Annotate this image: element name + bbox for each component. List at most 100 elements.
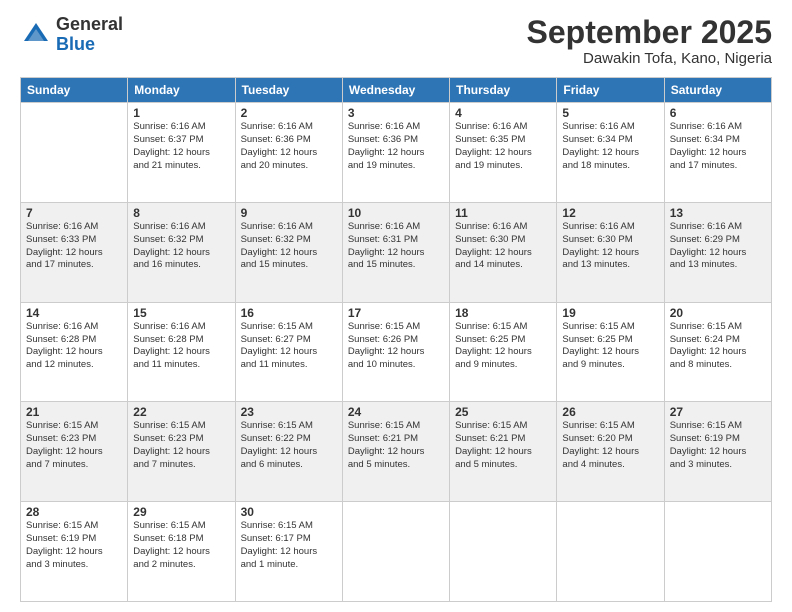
day-number: 8	[133, 206, 229, 220]
calendar-cell: 7Sunrise: 6:16 AM Sunset: 6:33 PM Daylig…	[21, 202, 128, 302]
calendar-cell: 3Sunrise: 6:16 AM Sunset: 6:36 PM Daylig…	[342, 103, 449, 203]
day-number: 15	[133, 306, 229, 320]
calendar-cell: 12Sunrise: 6:16 AM Sunset: 6:30 PM Dayli…	[557, 202, 664, 302]
calendar-cell: 28Sunrise: 6:15 AM Sunset: 6:19 PM Dayli…	[21, 502, 128, 602]
calendar-week-row: 7Sunrise: 6:16 AM Sunset: 6:33 PM Daylig…	[21, 202, 772, 302]
calendar-cell	[557, 502, 664, 602]
day-info: Sunrise: 6:16 AM Sunset: 6:35 PM Dayligh…	[455, 121, 551, 172]
day-number: 24	[348, 405, 444, 419]
calendar-cell: 2Sunrise: 6:16 AM Sunset: 6:36 PM Daylig…	[235, 103, 342, 203]
day-info: Sunrise: 6:16 AM Sunset: 6:29 PM Dayligh…	[670, 221, 766, 272]
day-info: Sunrise: 6:15 AM Sunset: 6:27 PM Dayligh…	[241, 321, 337, 372]
calendar-header-row: SundayMondayTuesdayWednesdayThursdayFrid…	[21, 78, 772, 103]
calendar-cell: 27Sunrise: 6:15 AM Sunset: 6:19 PM Dayli…	[664, 402, 771, 502]
logo-icon	[20, 19, 52, 51]
calendar-cell: 18Sunrise: 6:15 AM Sunset: 6:25 PM Dayli…	[450, 302, 557, 402]
day-number: 26	[562, 405, 658, 419]
location-subtitle: Dawakin Tofa, Kano, Nigeria	[527, 50, 772, 67]
calendar-cell: 21Sunrise: 6:15 AM Sunset: 6:23 PM Dayli…	[21, 402, 128, 502]
calendar-cell: 6Sunrise: 6:16 AM Sunset: 6:34 PM Daylig…	[664, 103, 771, 203]
day-info: Sunrise: 6:16 AM Sunset: 6:34 PM Dayligh…	[562, 121, 658, 172]
calendar-cell: 5Sunrise: 6:16 AM Sunset: 6:34 PM Daylig…	[557, 103, 664, 203]
day-number: 5	[562, 106, 658, 120]
logo: General Blue	[20, 15, 123, 55]
calendar-cell	[664, 502, 771, 602]
month-title: September 2025	[527, 15, 772, 50]
calendar-cell: 30Sunrise: 6:15 AM Sunset: 6:17 PM Dayli…	[235, 502, 342, 602]
calendar-day-header: Wednesday	[342, 78, 449, 103]
day-info: Sunrise: 6:15 AM Sunset: 6:21 PM Dayligh…	[348, 420, 444, 471]
day-number: 12	[562, 206, 658, 220]
calendar-day-header: Tuesday	[235, 78, 342, 103]
calendar-day-header: Sunday	[21, 78, 128, 103]
calendar-cell: 1Sunrise: 6:16 AM Sunset: 6:37 PM Daylig…	[128, 103, 235, 203]
day-number: 7	[26, 206, 122, 220]
day-number: 10	[348, 206, 444, 220]
day-info: Sunrise: 6:15 AM Sunset: 6:23 PM Dayligh…	[133, 420, 229, 471]
day-number: 23	[241, 405, 337, 419]
day-number: 19	[562, 306, 658, 320]
calendar-cell: 19Sunrise: 6:15 AM Sunset: 6:25 PM Dayli…	[557, 302, 664, 402]
calendar-cell	[450, 502, 557, 602]
calendar-cell	[342, 502, 449, 602]
logo-blue-text: Blue	[56, 35, 123, 55]
day-info: Sunrise: 6:16 AM Sunset: 6:32 PM Dayligh…	[133, 221, 229, 272]
calendar-cell: 13Sunrise: 6:16 AM Sunset: 6:29 PM Dayli…	[664, 202, 771, 302]
day-number: 18	[455, 306, 551, 320]
calendar-cell	[21, 103, 128, 203]
day-info: Sunrise: 6:16 AM Sunset: 6:34 PM Dayligh…	[670, 121, 766, 172]
calendar-cell: 23Sunrise: 6:15 AM Sunset: 6:22 PM Dayli…	[235, 402, 342, 502]
day-number: 3	[348, 106, 444, 120]
day-info: Sunrise: 6:15 AM Sunset: 6:26 PM Dayligh…	[348, 321, 444, 372]
calendar-cell: 9Sunrise: 6:16 AM Sunset: 6:32 PM Daylig…	[235, 202, 342, 302]
day-info: Sunrise: 6:16 AM Sunset: 6:37 PM Dayligh…	[133, 121, 229, 172]
day-info: Sunrise: 6:15 AM Sunset: 6:20 PM Dayligh…	[562, 420, 658, 471]
day-info: Sunrise: 6:16 AM Sunset: 6:36 PM Dayligh…	[241, 121, 337, 172]
day-info: Sunrise: 6:16 AM Sunset: 6:36 PM Dayligh…	[348, 121, 444, 172]
day-info: Sunrise: 6:16 AM Sunset: 6:33 PM Dayligh…	[26, 221, 122, 272]
day-info: Sunrise: 6:16 AM Sunset: 6:31 PM Dayligh…	[348, 221, 444, 272]
calendar-cell: 10Sunrise: 6:16 AM Sunset: 6:31 PM Dayli…	[342, 202, 449, 302]
calendar-week-row: 21 Sunrise: 6:15 AM Sunset: 6:23 PM Dayli…	[21, 402, 772, 502]
calendar-cell: 4Sunrise: 6:16 AM Sunset: 6:35 PM Daylig…	[450, 103, 557, 203]
day-number: 1	[133, 106, 229, 120]
day-number: 20	[670, 306, 766, 320]
day-number: 28	[26, 505, 122, 519]
calendar-cell: 14Sunrise: 6:16 AM Sunset: 6:28 PM Dayli…	[21, 302, 128, 402]
day-info: Sunrise: 6:15 AM Sunset: 6:19 PM Dayligh…	[670, 420, 766, 471]
day-number: 14	[26, 306, 122, 320]
day-info: Sunrise: 6:16 AM Sunset: 6:28 PM Dayligh…	[26, 321, 122, 372]
page: General Blue September 2025 Dawakin Tofa…	[0, 0, 792, 612]
day-number: 6	[670, 106, 766, 120]
day-info: Sunrise: 6:15 AM Sunset: 6:25 PM Dayligh…	[562, 321, 658, 372]
day-number: 13	[670, 206, 766, 220]
day-info: Sunrise: 6:15 AM Sunset: 6:25 PM Dayligh…	[455, 321, 551, 372]
calendar-cell: 24Sunrise: 6:15 AM Sunset: 6:21 PM Dayli…	[342, 402, 449, 502]
calendar-cell: 15Sunrise: 6:16 AM Sunset: 6:28 PM Dayli…	[128, 302, 235, 402]
calendar-day-header: Saturday	[664, 78, 771, 103]
day-number: 22	[133, 405, 229, 419]
day-number: 21	[26, 405, 122, 419]
day-info: Sunrise: 6:16 AM Sunset: 6:30 PM Dayligh…	[455, 221, 551, 272]
calendar-cell: 16Sunrise: 6:15 AM Sunset: 6:27 PM Dayli…	[235, 302, 342, 402]
day-info: Sunrise: 6:15 AM Sunset: 6:22 PM Dayligh…	[241, 420, 337, 471]
day-number: 25	[455, 405, 551, 419]
calendar-cell: 29Sunrise: 6:15 AM Sunset: 6:18 PM Dayli…	[128, 502, 235, 602]
calendar-cell: 11Sunrise: 6:16 AM Sunset: 6:30 PM Dayli…	[450, 202, 557, 302]
header: General Blue September 2025 Dawakin Tofa…	[20, 15, 772, 67]
calendar-cell: 20Sunrise: 6:15 AM Sunset: 6:24 PM Dayli…	[664, 302, 771, 402]
day-number: 27	[670, 405, 766, 419]
calendar-week-row: 28Sunrise: 6:15 AM Sunset: 6:19 PM Dayli…	[21, 502, 772, 602]
day-number: 30	[241, 505, 337, 519]
day-info: Sunrise: 6:15 AM Sunset: 6:21 PM Dayligh…	[455, 420, 551, 471]
calendar-cell: 26Sunrise: 6:15 AM Sunset: 6:20 PM Dayli…	[557, 402, 664, 502]
day-info: Sunrise: 6:15 AM Sunset: 6:17 PM Dayligh…	[241, 520, 337, 571]
calendar-day-header: Monday	[128, 78, 235, 103]
day-number: 2	[241, 106, 337, 120]
day-number: 9	[241, 206, 337, 220]
logo-text: General Blue	[56, 15, 123, 55]
day-info: Sunrise: 6:15 AM Sunset: 6:19 PM Dayligh…	[26, 520, 122, 571]
day-info: Sunrise: 6:16 AM Sunset: 6:32 PM Dayligh…	[241, 221, 337, 272]
calendar-week-row: 14Sunrise: 6:16 AM Sunset: 6:28 PM Dayli…	[21, 302, 772, 402]
calendar-cell: 8Sunrise: 6:16 AM Sunset: 6:32 PM Daylig…	[128, 202, 235, 302]
